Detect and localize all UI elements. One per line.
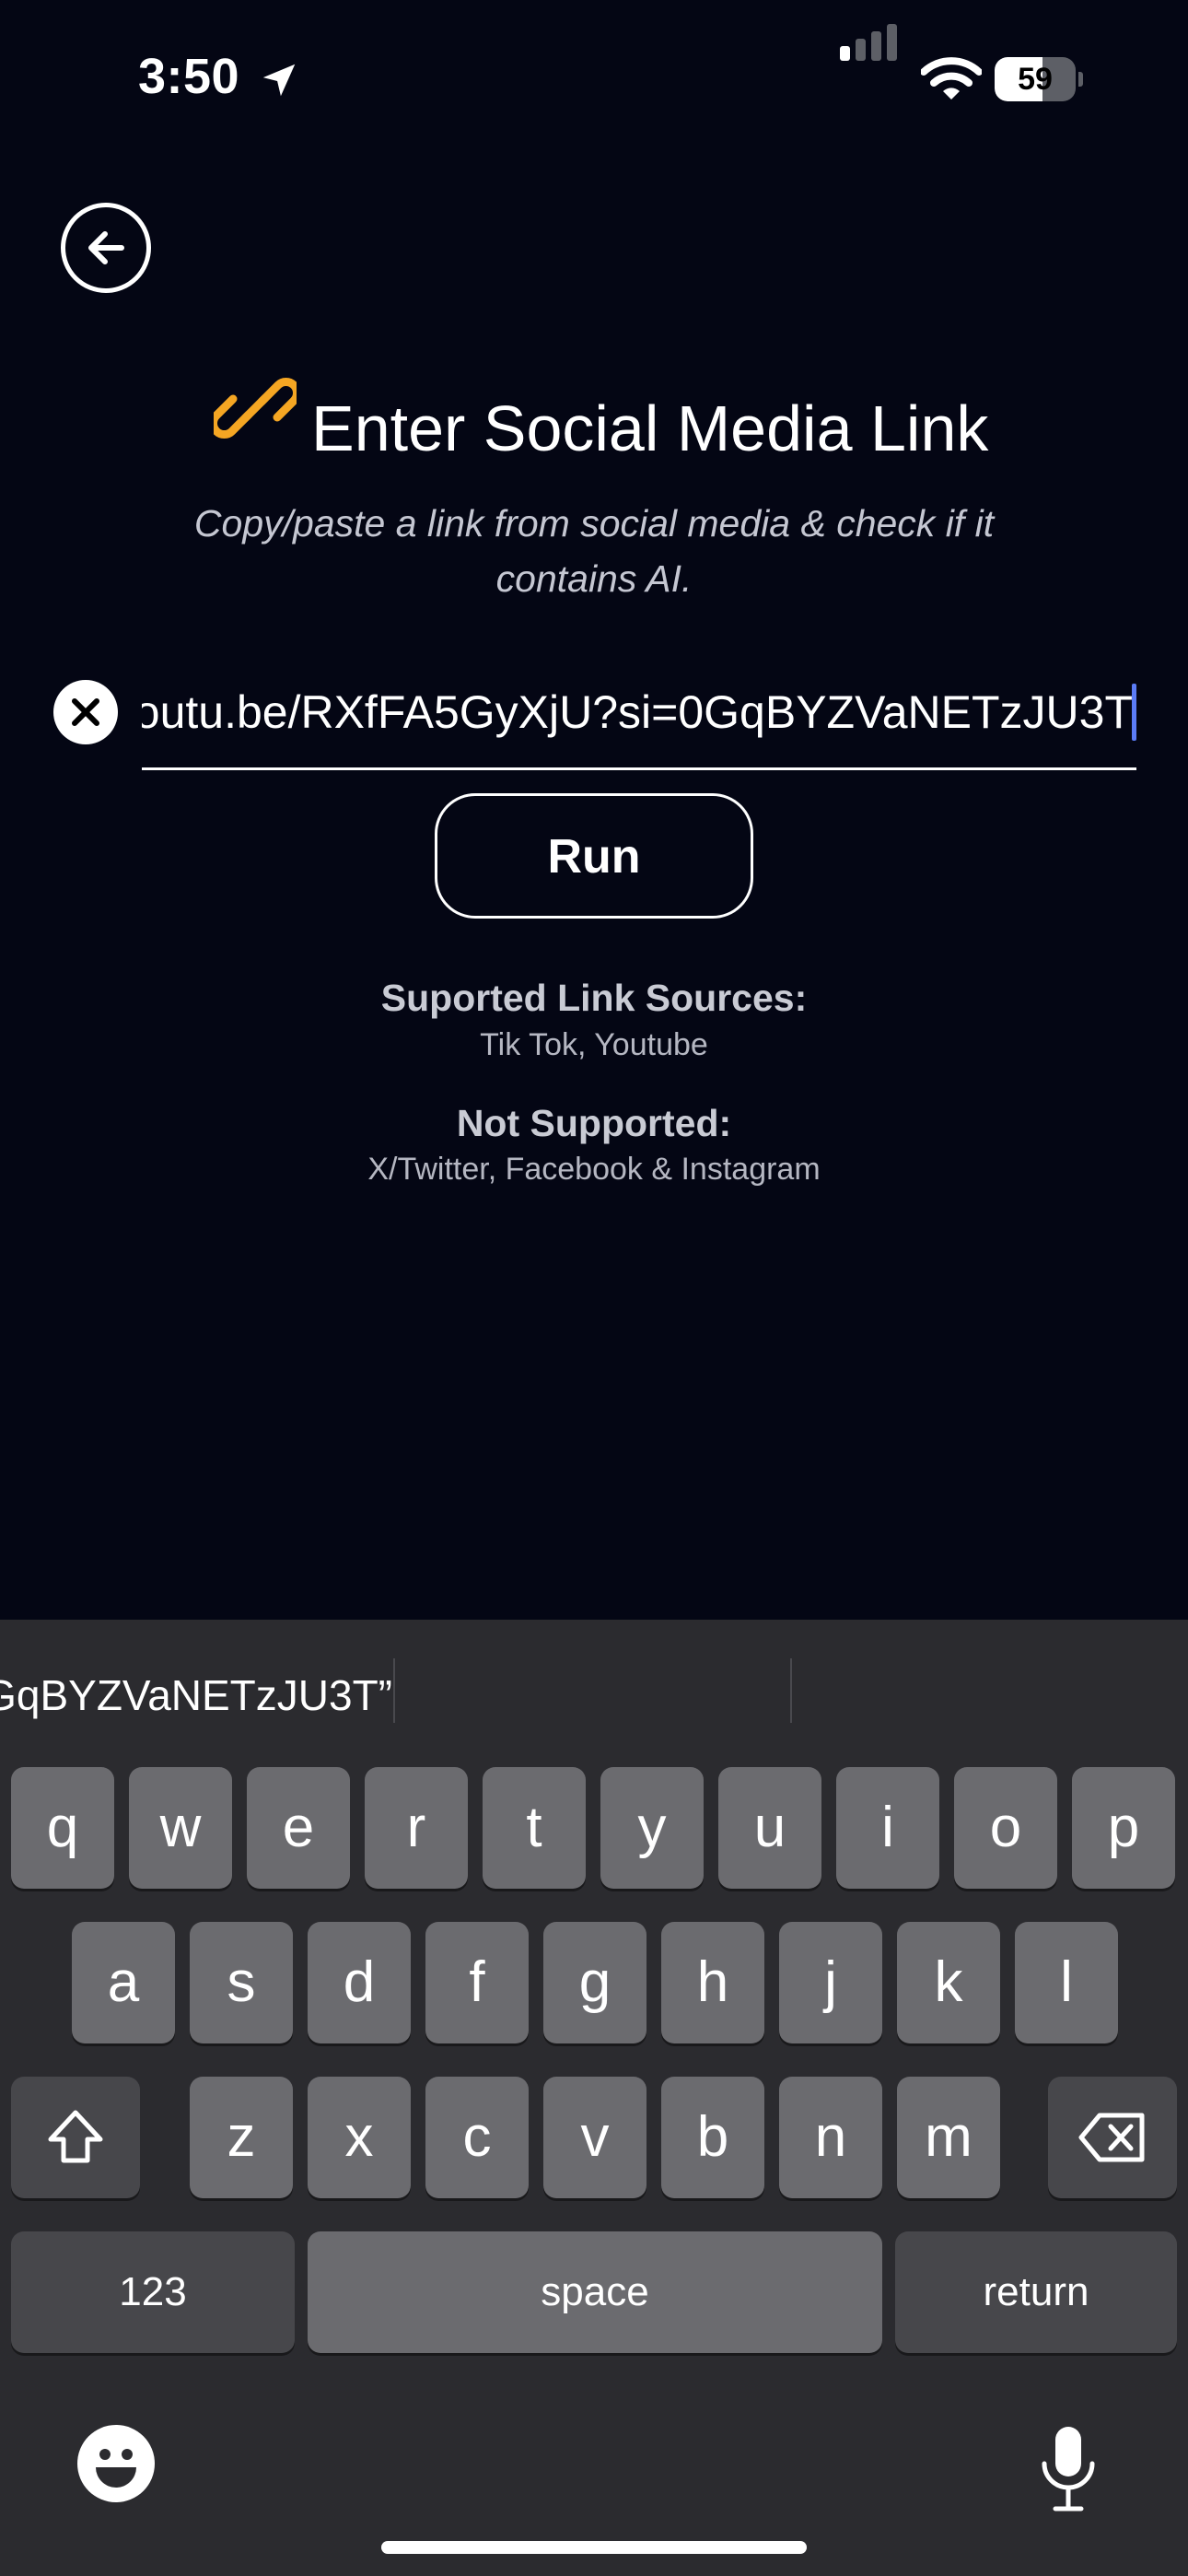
close-icon — [72, 698, 99, 726]
key-m[interactable]: m — [897, 2077, 1000, 2198]
suggestion-bar: “https://youtu.be/RXfFA5GyXjU?si=0GqBYZV… — [0, 1620, 1188, 1767]
key-h[interactable]: h — [661, 1922, 764, 2043]
link-input-value: https://youtu.be/RXfFA5GyXjU?si=0GqBYZVa… — [142, 686, 1133, 738]
shift-key[interactable] — [11, 2077, 140, 2198]
key-f[interactable]: f — [425, 1922, 529, 2043]
page-subtitle: Copy/paste a link from social media & ch… — [193, 502, 995, 600]
microphone-icon[interactable] — [1039, 2423, 1098, 2515]
battery-level: 59 — [1018, 62, 1053, 97]
return-key[interactable]: return — [895, 2231, 1177, 2353]
location-arrow-icon — [262, 64, 296, 97]
status-time: 3:50 — [138, 49, 240, 104]
link-input[interactable]: https://youtu.be/RXfFA5GyXjU?si=0GqBYZVa… — [142, 682, 1136, 743]
back-button[interactable] — [61, 203, 151, 293]
key-z[interactable]: z — [190, 2077, 293, 2198]
backspace-icon — [1078, 2113, 1145, 2162]
emoji-icon — [96, 2449, 136, 2488]
not-supported-list: X/Twitter, Facebook & Instagram — [367, 1152, 821, 1187]
suggestion-item[interactable]: “https://youtu.be/RXfFA5GyXjU?si=0GqBYZV… — [0, 1670, 392, 1720]
supported-sources-title: Suported Link Sources: — [380, 977, 808, 1019]
key-c[interactable]: c — [425, 2077, 529, 2198]
battery-icon: 59 — [995, 57, 1083, 101]
run-button[interactable]: Run — [435, 793, 753, 919]
emoji-button[interactable] — [77, 2425, 155, 2502]
delete-key[interactable] — [1048, 2077, 1177, 2198]
key-q[interactable]: q — [11, 1767, 114, 1889]
key-o[interactable]: o — [954, 1767, 1057, 1889]
not-supported-title: Not Supported: — [456, 1102, 732, 1144]
shift-icon — [48, 2110, 103, 2163]
key-v[interactable]: v — [543, 2077, 646, 2198]
key-w[interactable]: w — [129, 1767, 232, 1889]
space-key[interactable]: space — [308, 2231, 882, 2353]
key-u[interactable]: u — [718, 1767, 821, 1889]
key-y[interactable]: y — [600, 1767, 704, 1889]
key-x[interactable]: x — [308, 2077, 411, 2198]
key-j[interactable]: j — [779, 1922, 882, 2043]
key-a[interactable]: a — [72, 1922, 175, 2043]
page-title: Enter Social Media Link — [311, 392, 989, 464]
numbers-key[interactable]: 123 — [11, 2231, 295, 2353]
key-b[interactable]: b — [661, 2077, 764, 2198]
text-cursor — [1132, 684, 1136, 741]
key-d[interactable]: d — [308, 1922, 411, 2043]
key-r[interactable]: r — [365, 1767, 468, 1889]
key-l[interactable]: l — [1015, 1922, 1118, 2043]
key-e[interactable]: e — [247, 1767, 350, 1889]
arrow-left-icon — [88, 231, 124, 264]
key-i[interactable]: i — [836, 1767, 939, 1889]
key-k[interactable]: k — [897, 1922, 1000, 2043]
key-s[interactable]: s — [190, 1922, 293, 2043]
link-icon — [214, 378, 297, 439]
supported-sources-list: Tik Tok, Youtube — [480, 1027, 708, 1062]
keyboard: “https://youtu.be/RXfFA5GyXjU?si=0GqBYZV… — [0, 1620, 1188, 2576]
wifi-icon — [921, 57, 982, 100]
key-g[interactable]: g — [543, 1922, 646, 2043]
key-t[interactable]: t — [483, 1767, 586, 1889]
clear-input-button[interactable] — [53, 680, 118, 744]
key-p[interactable]: p — [1072, 1767, 1175, 1889]
home-indicator — [381, 2541, 807, 2554]
key-n[interactable]: n — [779, 2077, 882, 2198]
input-underline — [142, 767, 1136, 770]
